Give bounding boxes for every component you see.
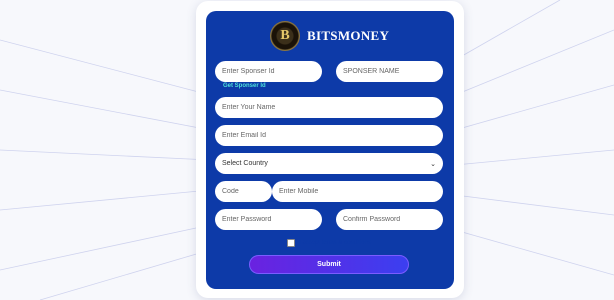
terms-label: I accept terms & conditions (299, 240, 372, 246)
country-select[interactable]: Select Country ⌄ (215, 153, 443, 174)
sponsor-name-input[interactable] (336, 61, 443, 82)
brand-name: BITSMONEY (307, 28, 390, 43)
country-select-value: Select Country (222, 160, 268, 167)
mobile-input[interactable] (272, 181, 443, 202)
password-input[interactable] (215, 209, 322, 230)
get-sponsor-id-link[interactable]: Get Sponser Id (223, 83, 266, 89)
terms-row: I accept terms & conditions (287, 238, 371, 248)
sponsor-id-input[interactable] (215, 61, 322, 82)
bitsmoney-logo-icon: B (270, 21, 300, 51)
country-code-input[interactable] (215, 181, 272, 202)
confirm-password-input[interactable] (336, 209, 443, 230)
brand-header: B BITSMONEY (270, 20, 389, 52)
terms-checkbox[interactable] (287, 239, 295, 247)
submit-button[interactable]: Submit (249, 255, 409, 274)
logo-letter: B (280, 28, 290, 43)
email-input[interactable] (215, 125, 443, 146)
name-input[interactable] (215, 97, 443, 118)
chevron-down-icon: ⌄ (430, 160, 436, 168)
